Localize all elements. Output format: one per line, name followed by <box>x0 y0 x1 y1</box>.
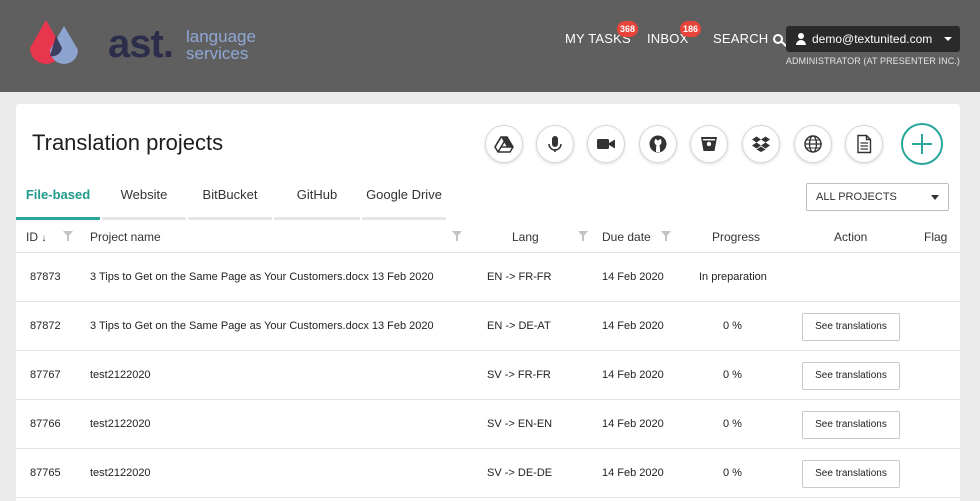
column-header-project-name[interactable]: Project name <box>90 230 161 244</box>
row-project-name[interactable]: 3 Tips to Get on the Same Page as Your C… <box>90 320 434 332</box>
see-translations-button[interactable]: See translations <box>802 362 900 390</box>
company-logo[interactable]: ast. language services <box>26 18 266 68</box>
row-id: 87765 <box>30 467 61 479</box>
row-lang: SV -> DE-DE <box>487 467 553 479</box>
logo-subtitle-line2: services <box>186 44 249 63</box>
user-email: demo@textunited.com <box>812 32 933 46</box>
dropbox-button[interactable] <box>742 125 780 163</box>
row-lang: SV -> FR-FR <box>487 369 551 381</box>
tab-bitbucket[interactable]: BitBucket <box>188 180 272 220</box>
tab-google-drive[interactable]: Google Drive <box>362 180 446 220</box>
row-due-date: 14 Feb 2020 <box>602 320 664 332</box>
table-row[interactable]: 87765 test2122020 SV -> DE-DE 14 Feb 202… <box>16 449 960 498</box>
row-lang: EN -> DE-AT <box>487 320 551 332</box>
row-project-name[interactable]: test2122020 <box>90 418 151 430</box>
top-header: ast. language services MY TASKS 368 INBO… <box>0 0 980 92</box>
page-title: Translation projects <box>32 130 224 155</box>
column-header-due-date[interactable]: Due date <box>602 230 651 244</box>
row-id: 87767 <box>30 369 61 381</box>
row-lang: EN -> FR-FR <box>487 271 552 283</box>
column-header-flag: Flag <box>924 230 948 244</box>
row-progress: 0 % <box>723 320 742 332</box>
project-filter-value: ALL PROJECTS <box>816 191 897 203</box>
row-due-date: 14 Feb 2020 <box>602 418 664 430</box>
google-drive-icon <box>494 136 514 153</box>
microphone-icon <box>548 136 562 152</box>
website-button[interactable] <box>794 125 832 163</box>
row-progress: 0 % <box>723 467 742 479</box>
user-icon <box>796 33 806 45</box>
row-project-name[interactable]: test2122020 <box>90 467 151 479</box>
dropbox-icon <box>752 136 770 152</box>
row-due-date: 14 Feb 2020 <box>602 467 664 479</box>
tab-website[interactable]: Website <box>102 180 186 220</box>
caret-down-icon <box>944 37 952 41</box>
row-due-date: 14 Feb 2020 <box>602 369 664 381</box>
see-translations-button[interactable]: See translations <box>802 313 900 341</box>
column-header-id[interactable]: ID ↓ <box>26 230 46 244</box>
table-row[interactable]: 87873 3 Tips to Get on the Same Page as … <box>16 253 960 302</box>
user-role: ADMINISTRATOR (AT PRESENTER INC.) <box>785 56 960 66</box>
table-header: ID ↓ Project name Lang Due date Progress… <box>16 221 960 253</box>
tab-google-drive-label: Google Drive <box>366 187 442 202</box>
project-filter-select[interactable]: ALL PROJECTS <box>806 183 949 211</box>
column-header-lang[interactable]: Lang <box>512 230 539 244</box>
github-button[interactable] <box>639 125 677 163</box>
table-row[interactable]: 87767 test2122020 SV -> FR-FR 14 Feb 202… <box>16 351 960 400</box>
sort-desc-icon: ↓ <box>41 233 47 244</box>
row-progress: 0 % <box>723 369 742 381</box>
projects-card: Translation projects File-based Website … <box>16 104 960 501</box>
nav-search-label: SEARCH <box>713 31 769 46</box>
row-due-date: 14 Feb 2020 <box>602 271 664 283</box>
table-row[interactable]: 87766 test2122020 SV -> EN-EN 14 Feb 202… <box>16 400 960 449</box>
filter-name-icon[interactable] <box>452 231 462 243</box>
row-id: 87873 <box>30 271 61 283</box>
row-lang: SV -> EN-EN <box>487 418 553 430</box>
inbox-count-badge: 186 <box>680 21 702 37</box>
tab-file-based-label: File-based <box>25 187 91 202</box>
logo-mark-icon <box>30 20 78 64</box>
row-id: 87872 <box>30 320 61 332</box>
audio-upload-button[interactable] <box>536 125 574 163</box>
tab-file-based[interactable]: File-based <box>16 180 100 220</box>
see-translations-button[interactable]: See translations <box>802 411 900 439</box>
filter-id-icon[interactable] <box>63 231 73 243</box>
google-drive-button[interactable] <box>485 125 523 163</box>
tab-website-label: Website <box>120 187 168 202</box>
nav-search[interactable]: SEARCH <box>713 31 784 46</box>
document-icon <box>857 134 872 154</box>
tab-bitbucket-label: BitBucket <box>202 187 258 202</box>
table-row[interactable]: 87872 3 Tips to Get on the Same Page as … <box>16 302 960 351</box>
chevron-down-icon <box>931 195 939 200</box>
row-id: 87766 <box>30 418 61 430</box>
bitbucket-icon <box>701 137 717 151</box>
row-progress: In preparation <box>699 271 767 283</box>
column-header-action: Action <box>834 230 868 244</box>
search-icon <box>773 34 784 44</box>
video-upload-button[interactable] <box>587 125 625 163</box>
tasks-count-badge: 368 <box>617 21 639 37</box>
github-icon <box>649 135 667 153</box>
logo-subtitle: language services <box>186 28 256 62</box>
add-project-button[interactable] <box>901 123 943 165</box>
video-camera-icon <box>597 139 615 149</box>
globe-icon <box>804 135 822 153</box>
bitbucket-button[interactable] <box>690 125 728 163</box>
row-progress: 0 % <box>723 418 742 430</box>
logo-wordmark: ast. <box>108 22 174 66</box>
logo-subtitle-line1: language <box>186 27 256 46</box>
row-project-name[interactable]: 3 Tips to Get on the Same Page as Your C… <box>90 271 434 283</box>
document-upload-button[interactable] <box>845 125 883 163</box>
column-id-label: ID <box>26 230 38 244</box>
row-project-name[interactable]: test2122020 <box>90 369 151 381</box>
filter-lang-icon[interactable] <box>578 231 588 243</box>
tab-github[interactable]: GitHub <box>274 180 360 220</box>
see-translations-button[interactable]: See translations <box>802 460 900 488</box>
user-menu-dropdown[interactable]: demo@textunited.com <box>786 26 960 52</box>
tab-github-label: GitHub <box>296 187 338 202</box>
column-header-progress[interactable]: Progress <box>712 230 760 244</box>
filter-due-icon[interactable] <box>661 231 671 243</box>
